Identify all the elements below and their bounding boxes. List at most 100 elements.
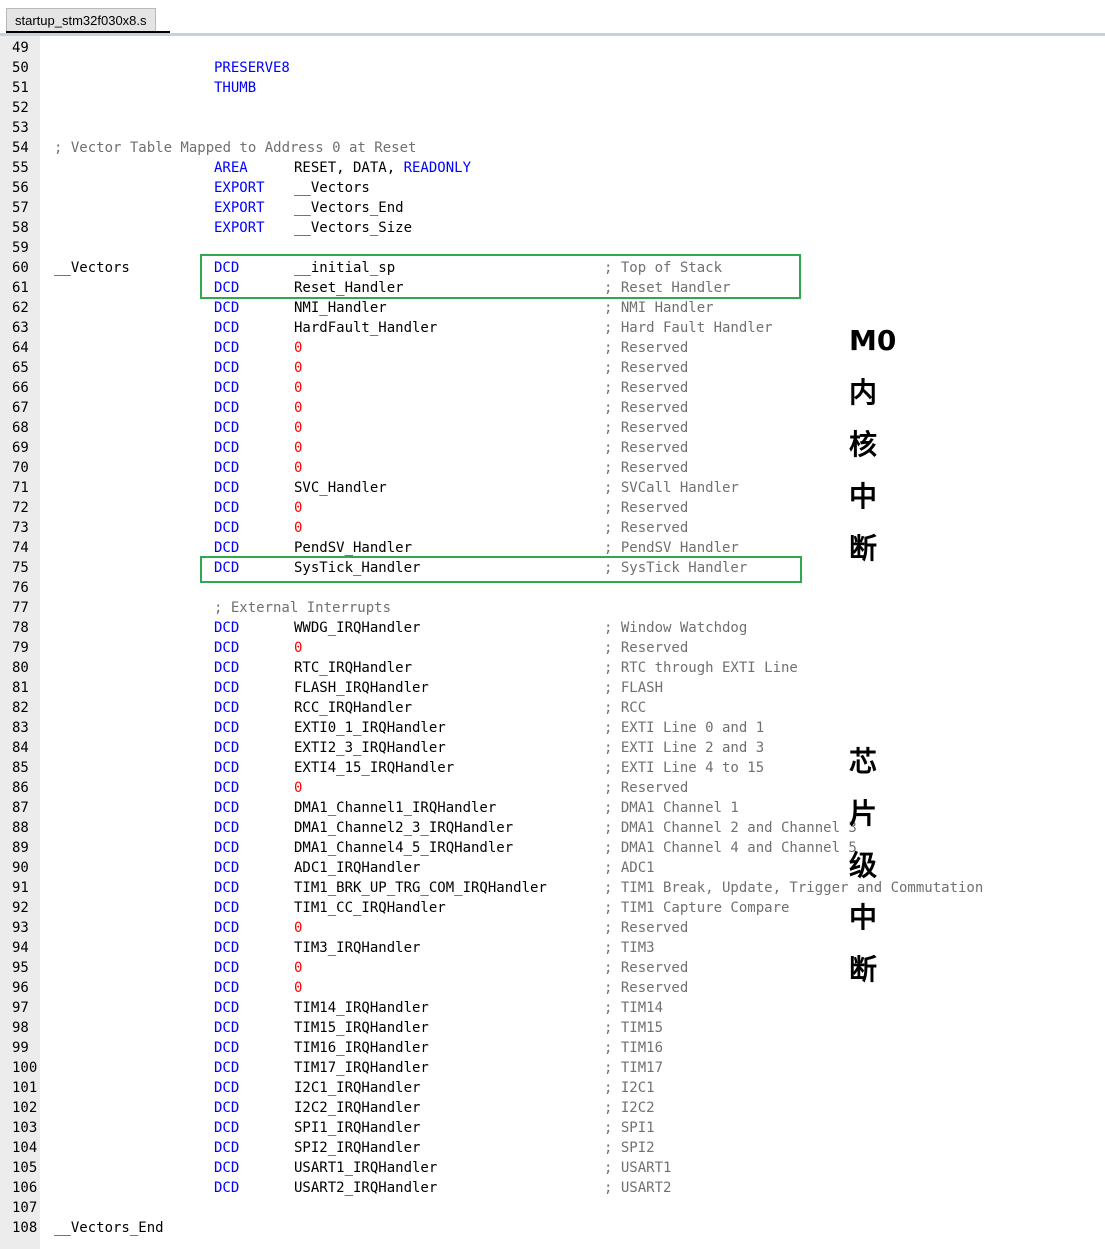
line-number: 60 <box>12 260 29 276</box>
code-operand: NMI_Handler <box>294 300 387 316</box>
code-line[interactable]: 88 DCD DMA1_Channel2_3_IRQHandler ; DMA1 Ch… <box>0 818 1105 838</box>
code-line[interactable]: 95 DCD 0 ; Reserved <box>0 958 1105 978</box>
code-line[interactable]: 102 DCD I2C2_IRQHandler ; I2C2 <box>0 1098 1105 1118</box>
line-number: 108 <box>12 1220 38 1236</box>
line-number: 69 <box>12 440 29 456</box>
line-number: 70 <box>12 460 29 476</box>
code-line[interactable]: 66 DCD 0 ; Reserved <box>0 378 1105 398</box>
code-directive: DCD <box>214 700 240 716</box>
code-line[interactable]: 80 DCD RTC_IRQHandler ; RTC through EXTI Li… <box>0 658 1105 678</box>
line-number: 73 <box>12 520 29 536</box>
annotation-char: 核 <box>849 428 878 461</box>
code-directive: DCD <box>214 680 240 696</box>
code-line[interactable]: 65 DCD 0 ; Reserved <box>0 358 1105 378</box>
line-number: 62 <box>12 300 29 316</box>
code-directive: DCD <box>214 440 240 456</box>
code-operand: TIM3_IRQHandler <box>294 940 421 956</box>
code-line[interactable]: 96 DCD 0 ; Reserved <box>0 978 1105 998</box>
code-line[interactable]: 52 <box>0 98 1105 118</box>
code-line[interactable]: 98 DCD TIM15_IRQHandler ; TIM15 <box>0 1018 1105 1038</box>
code-line[interactable]: 91 DCD TIM1_BRK_UP_TRG_COM_IRQHandler ; TIM… <box>0 878 1105 898</box>
code-line[interactable]: 107 <box>0 1198 1105 1218</box>
code-operand: HardFault_Handler <box>294 320 438 336</box>
code-line[interactable]: 94 DCD TIM3_IRQHandler ; TIM3 <box>0 938 1105 958</box>
code-operand: TIM17_IRQHandler <box>294 1060 429 1076</box>
code-directive: EXPORT <box>214 200 265 216</box>
line-number: 98 <box>12 1020 29 1036</box>
code-line[interactable]: 103 DCD SPI1_IRQHandler ; SPI1 <box>0 1118 1105 1138</box>
file-tab[interactable]: startup_stm32f030x8.s <box>6 8 156 32</box>
code-line[interactable]: 104 DCD SPI2_IRQHandler ; SPI2 <box>0 1138 1105 1158</box>
code-line[interactable]: 82 DCD RCC_IRQHandler ; RCC <box>0 698 1105 718</box>
code-comment: ; SVCall Handler <box>604 480 739 496</box>
code-line[interactable]: 106 DCD USART2_IRQHandler ; USART2 <box>0 1178 1105 1198</box>
code-line[interactable]: 53 <box>0 118 1105 138</box>
code-comment: ; SPI1 <box>604 1120 655 1136</box>
line-number: 81 <box>12 680 29 696</box>
code-line[interactable]: 101 DCD I2C1_IRQHandler ; I2C1 <box>0 1078 1105 1098</box>
code-line[interactable]: 78 DCD WWDG_IRQHandler ; Window Watchdog <box>0 618 1105 638</box>
code-line[interactable]: 50 PRESERVE8 <box>0 58 1105 78</box>
code-line[interactable]: 83 DCD EXTI0_1_IRQHandler ; EXTI Line 0 and… <box>0 718 1105 738</box>
code-editor[interactable]: 49 50 PRESERVE8 51 THUMB 52 53 54 ; Vector Table… <box>0 38 1105 1238</box>
code-line[interactable]: 56 EXPORT __Vectors <box>0 178 1105 198</box>
line-number: 93 <box>12 920 29 936</box>
code-line[interactable]: 90 DCD ADC1_IRQHandler ; ADC1 <box>0 858 1105 878</box>
code-line[interactable]: 49 <box>0 38 1105 58</box>
code-line[interactable]: 105 DCD USART1_IRQHandler ; USART1 <box>0 1158 1105 1178</box>
code-line[interactable]: 72 DCD 0 ; Reserved <box>0 498 1105 518</box>
annotation-char: 中 <box>849 480 878 513</box>
code-comment: ; DMA1 Channel 1 <box>604 800 739 816</box>
code-line[interactable]: 92 DCD TIM1_CC_IRQHandler ; TIM1 Capture Co… <box>0 898 1105 918</box>
code-line[interactable]: 93 DCD 0 ; Reserved <box>0 918 1105 938</box>
code-line[interactable]: 69 DCD 0 ; Reserved <box>0 438 1105 458</box>
line-number: 89 <box>12 840 29 856</box>
code-operand: 0 <box>294 500 303 516</box>
code-comment: ; SPI2 <box>604 1140 655 1156</box>
code-operand: SPI2_IRQHandler <box>294 1140 421 1156</box>
code-comment: ; USART2 <box>604 1180 672 1196</box>
code-operand: TIM15_IRQHandler <box>294 1020 429 1036</box>
code-comment: ; Window Watchdog <box>604 620 748 636</box>
code-line[interactable]: 63 DCD HardFault_Handler ; Hard Fault Handl… <box>0 318 1105 338</box>
code-directive: DCD <box>214 1160 240 1176</box>
code-line[interactable]: 55 AREA RESET, DATA, READONLY <box>0 158 1105 178</box>
code-line[interactable]: 74 DCD PendSV_Handler ; PendSV Handler <box>0 538 1105 558</box>
code-line[interactable]: 71 DCD SVC_Handler ; SVCall Handler <box>0 478 1105 498</box>
code-operand: SPI1_IRQHandler <box>294 1120 421 1136</box>
code-directive: DCD <box>214 480 240 496</box>
code-directive: DCD <box>214 1180 240 1196</box>
code-line[interactable]: 99 DCD TIM16_IRQHandler ; TIM16 <box>0 1038 1105 1058</box>
code-line[interactable]: 57 EXPORT __Vectors_End <box>0 198 1105 218</box>
code-line[interactable]: 87 DCD DMA1_Channel1_IRQHandler ; DMA1 Chan… <box>0 798 1105 818</box>
code-line[interactable]: 70 DCD 0 ; Reserved <box>0 458 1105 478</box>
code-operand: 0 <box>294 920 303 936</box>
code-line[interactable]: 68 DCD 0 ; Reserved <box>0 418 1105 438</box>
code-comment: ; Reserved <box>604 340 689 356</box>
code-directive: DCD <box>214 500 240 516</box>
code-line[interactable]: 62 DCD NMI_Handler ; NMI Handler <box>0 298 1105 318</box>
code-line[interactable]: 51 THUMB <box>0 78 1105 98</box>
code-line[interactable]: 81 DCD FLASH_IRQHandler ; FLASH <box>0 678 1105 698</box>
code-line[interactable]: 73 DCD 0 ; Reserved <box>0 518 1105 538</box>
code-line[interactable]: 54 ; Vector Table Mapped to Address 0 at … <box>0 138 1105 158</box>
code-line[interactable]: 84 DCD EXTI2_3_IRQHandler ; EXTI Line 2 and… <box>0 738 1105 758</box>
code-line[interactable]: 100 DCD TIM17_IRQHandler ; TIM17 <box>0 1058 1105 1078</box>
code-comment: ; Hard Fault Handler <box>604 320 773 336</box>
code-comment: ; DMA1 Channel 2 and Channel 3 <box>604 820 857 836</box>
code-line[interactable]: 58 EXPORT __Vectors_Size <box>0 218 1105 238</box>
code-line[interactable]: 67 DCD 0 ; Reserved <box>0 398 1105 418</box>
code-line[interactable]: 79 DCD 0 ; Reserved <box>0 638 1105 658</box>
code-line[interactable]: 77 ; External Interrupts <box>0 598 1105 618</box>
code-operand: 0 <box>294 360 303 376</box>
code-line[interactable]: 64 DCD 0 ; Reserved <box>0 338 1105 358</box>
code-directive: DCD <box>214 920 240 936</box>
code-line[interactable]: 108 __Vectors_End <box>0 1218 1105 1238</box>
code-comment: ; External Interrupts <box>214 600 392 616</box>
code-line[interactable]: 89 DCD DMA1_Channel4_5_IRQHandler ; DMA1 Ch… <box>0 838 1105 858</box>
code-directive: DCD <box>214 1120 240 1136</box>
code-directive: DCD <box>214 960 240 976</box>
code-line[interactable]: 85 DCD EXTI4_15_IRQHandler ; EXTI Line 4 to… <box>0 758 1105 778</box>
code-line[interactable]: 86 DCD 0 ; Reserved <box>0 778 1105 798</box>
code-line[interactable]: 97 DCD TIM14_IRQHandler ; TIM14 <box>0 998 1105 1018</box>
